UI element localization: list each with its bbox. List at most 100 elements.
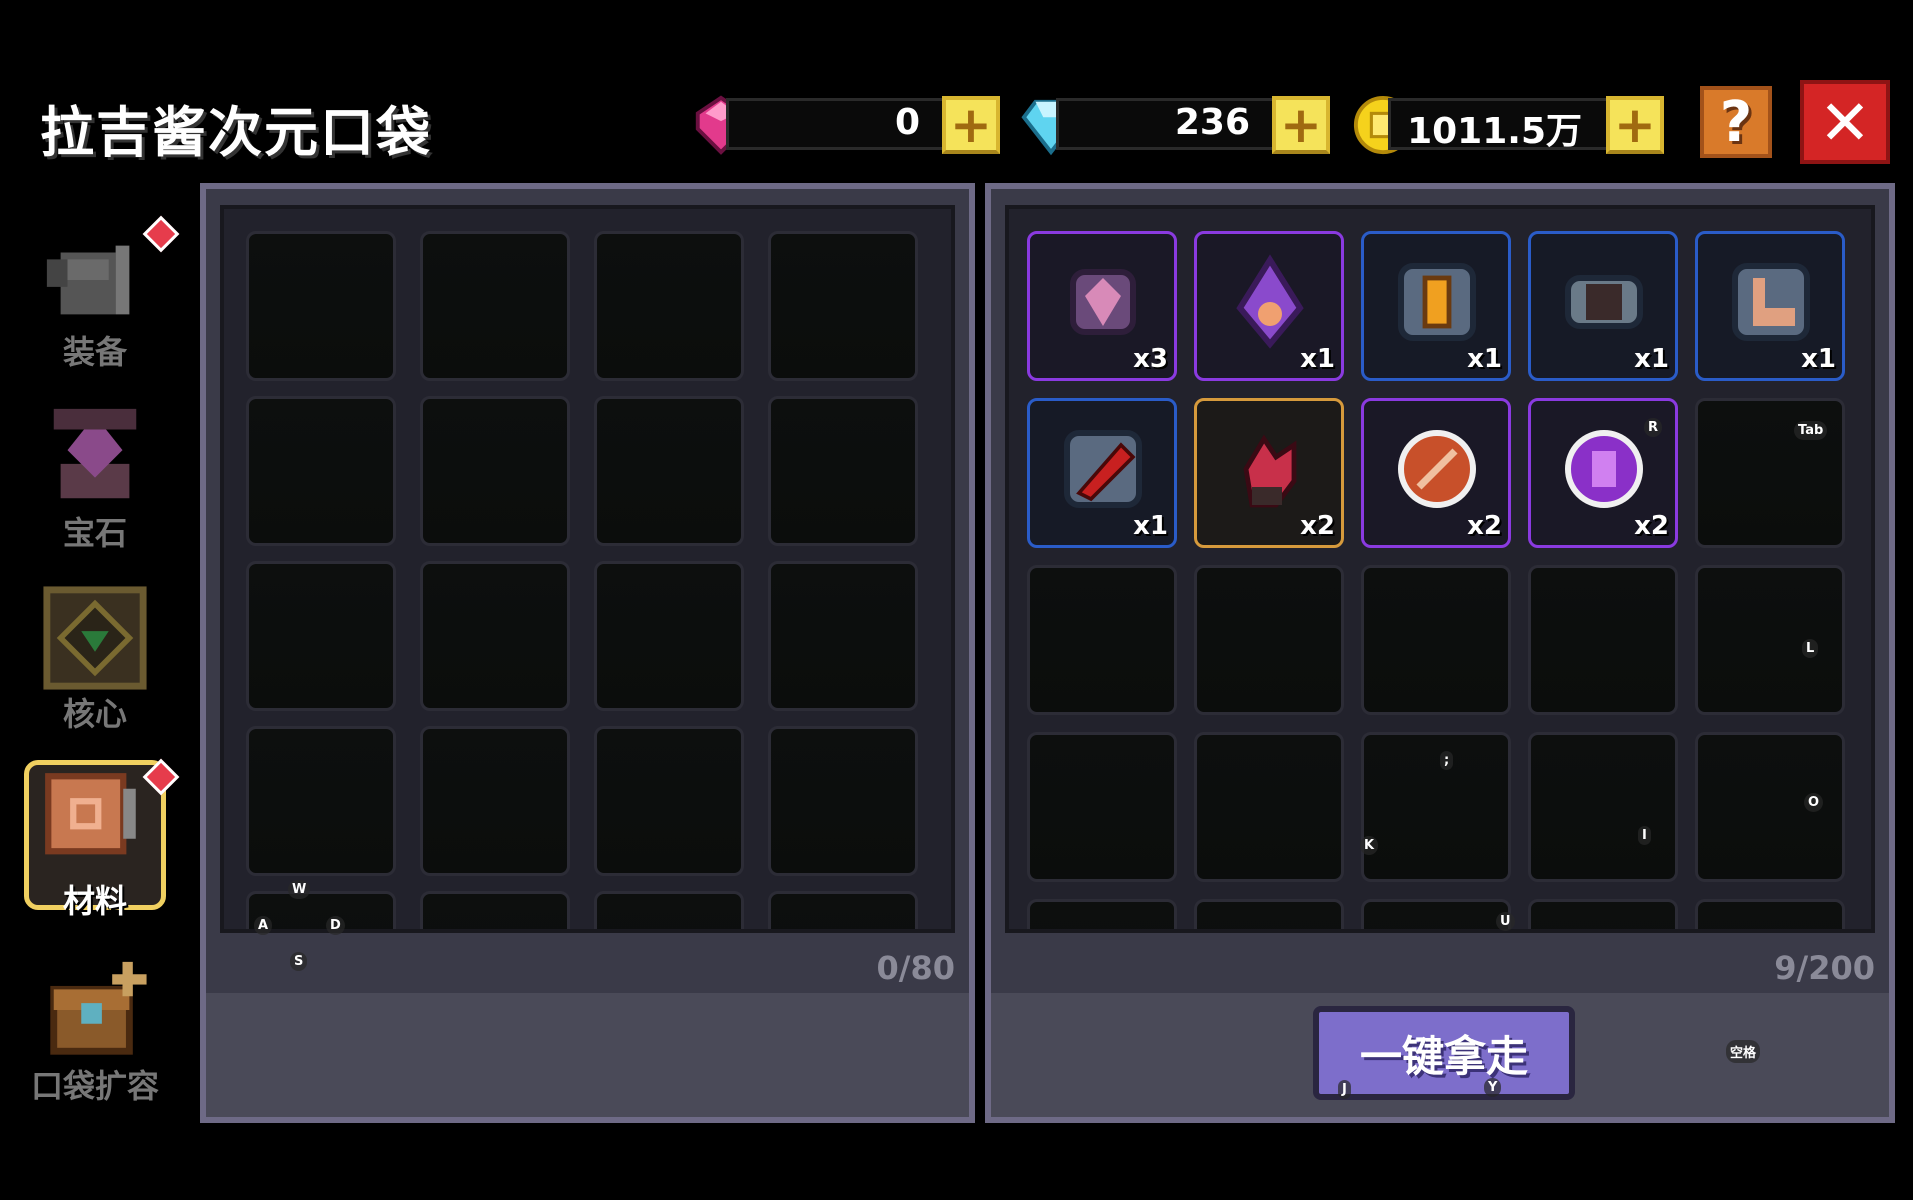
inventory-slot[interactable]: x1 <box>1361 231 1511 381</box>
inventory-slot[interactable] <box>1695 565 1845 715</box>
item-quantity: x1 <box>1467 344 1502 374</box>
lantern-icon <box>1398 263 1476 341</box>
key-hint-w: W <box>288 880 311 899</box>
take-all-button[interactable]: 一键拿走 <box>1313 1006 1575 1100</box>
inventory-slot[interactable] <box>594 396 744 546</box>
inventory-slot[interactable] <box>1695 732 1845 882</box>
key-hint-k: K <box>1360 836 1379 855</box>
key-hint-s: S <box>290 952 308 971</box>
inventory-slot[interactable] <box>246 231 396 381</box>
item-quantity: x1 <box>1300 344 1335 374</box>
inventory-slot[interactable] <box>768 561 918 711</box>
pink-gem-currency: 0 + <box>690 94 1000 155</box>
key-hint-semicolon: ; <box>1440 751 1454 770</box>
diamond-value: 236 <box>1174 102 1250 143</box>
sidebar-item-label: 宝石 <box>62 514 127 552</box>
inventory-slot[interactable]: x2 <box>1361 398 1511 548</box>
key-hint-space: 空格 <box>1726 1040 1761 1063</box>
item-quantity: x1 <box>1801 344 1836 374</box>
left-storage-grid <box>220 205 955 933</box>
key-hint-o: O <box>1804 793 1824 812</box>
key-hint-j: J <box>1338 1080 1351 1099</box>
item-quantity: x2 <box>1467 511 1502 541</box>
red-bullet-icon <box>1064 430 1142 508</box>
add-diamond-button[interactable]: + <box>1272 96 1330 154</box>
key-hint-l: L <box>1802 639 1819 658</box>
key-hint-d: D <box>326 916 345 935</box>
sidebar-item-gems[interactable]: 宝石 <box>20 402 170 562</box>
key-hint-a: A <box>254 916 273 935</box>
item-quantity: x2 <box>1634 511 1669 541</box>
chest-icon <box>50 961 147 1055</box>
inventory-slot[interactable]: x2 <box>1194 398 1344 548</box>
sidebar-item-core[interactable]: 核心 <box>20 583 170 743</box>
red-orb-icon <box>1398 430 1476 508</box>
inventory-slot[interactable] <box>1695 899 1845 929</box>
key-hint-y: Y <box>1484 1078 1502 1097</box>
left-storage-panel: 0/80 <box>200 183 975 1123</box>
inventory-slot[interactable] <box>1194 732 1344 882</box>
right-storage-panel: x3 x1 x1 x1 x1 x1 x2 x2 x2 9/200 一键拿走 <box>985 183 1895 1123</box>
inventory-slot[interactable]: x3 <box>1027 231 1177 381</box>
inventory-slot[interactable] <box>768 396 918 546</box>
inventory-slot[interactable] <box>246 726 396 876</box>
inventory-slot[interactable] <box>768 891 918 929</box>
inventory-slot[interactable] <box>594 561 744 711</box>
inventory-slot[interactable] <box>1528 899 1678 929</box>
inventory-slot[interactable] <box>420 561 570 711</box>
inventory-slot[interactable] <box>1528 732 1678 882</box>
boot-icon <box>1732 263 1810 341</box>
sidebar-item-label: 材料 <box>62 882 127 920</box>
help-button[interactable]: ? <box>1700 86 1772 158</box>
sidebar-item-pocket-expand[interactable]: 口袋扩容 <box>20 955 170 1115</box>
inventory-slot[interactable] <box>420 726 570 876</box>
item-quantity: x1 <box>1133 511 1168 541</box>
inventory-slot[interactable] <box>1695 398 1845 548</box>
inventory-slot[interactable] <box>1027 899 1177 929</box>
inventory-slot[interactable] <box>246 561 396 711</box>
item-quantity: x1 <box>1634 344 1669 374</box>
sidebar-item-materials[interactable]: 材料 <box>20 758 180 920</box>
inventory-slot[interactable] <box>420 396 570 546</box>
inventory-slot[interactable] <box>768 231 918 381</box>
add-pink-gem-button[interactable]: + <box>942 96 1000 154</box>
inventory-slot[interactable] <box>1194 899 1344 929</box>
sidebar-item-equipment[interactable]: 装备 <box>20 215 180 385</box>
item-quantity: x2 <box>1300 511 1335 541</box>
right-storage-count: 9/200 <box>1774 949 1875 987</box>
left-storage-count: 0/80 <box>876 949 955 987</box>
inventory-slot[interactable] <box>1361 899 1511 929</box>
purple-orb-icon <box>1565 430 1643 508</box>
pink-crystal-icon <box>1070 269 1136 335</box>
inventory-slot[interactable] <box>1361 565 1511 715</box>
pink-gem-value: 0 <box>894 102 920 143</box>
sidebar-item-label: 口袋扩容 <box>30 1067 159 1105</box>
inventory-slot[interactable] <box>246 396 396 546</box>
armor-icon <box>46 245 130 315</box>
close-button[interactable]: ✕ <box>1800 80 1890 164</box>
inventory-slot[interactable]: x1 <box>1695 231 1845 381</box>
inventory-slot[interactable] <box>1528 565 1678 715</box>
inventory-slot[interactable]: x1 <box>1528 231 1678 381</box>
sidebar-item-label: 装备 <box>62 333 127 371</box>
inventory-slot[interactable] <box>1027 732 1177 882</box>
inventory-slot[interactable]: x1 <box>1027 398 1177 548</box>
gold-value: 1011.5万 <box>1407 111 1582 152</box>
add-gold-button[interactable]: + <box>1606 96 1664 154</box>
sidebar-item-label: 核心 <box>62 695 127 733</box>
inventory-slot[interactable] <box>594 891 744 929</box>
inventory-slot[interactable] <box>420 891 570 929</box>
key-hint-i: I <box>1638 826 1651 845</box>
inventory-slot[interactable] <box>420 231 570 381</box>
left-panel-footer <box>206 993 969 1117</box>
inventory-slot[interactable] <box>594 231 744 381</box>
inventory-slot[interactable] <box>594 726 744 876</box>
diamond-currency: 236 + <box>1020 94 1330 156</box>
metal-pipe-icon <box>1565 275 1643 329</box>
inventory-slot[interactable] <box>768 726 918 876</box>
inventory-slot[interactable] <box>1027 565 1177 715</box>
inventory-slot[interactable] <box>1194 565 1344 715</box>
core-icon <box>43 586 147 690</box>
inventory-slot[interactable] <box>1361 732 1511 882</box>
inventory-slot[interactable]: x1 <box>1194 231 1344 381</box>
